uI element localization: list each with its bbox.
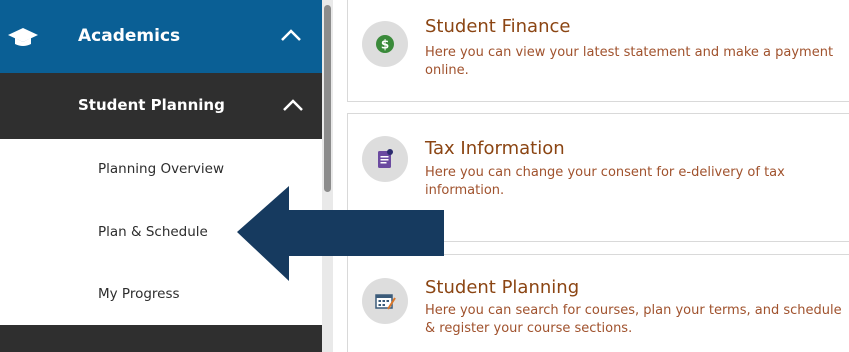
- card-title[interactable]: Tax Information: [425, 138, 565, 159]
- tax-information-card[interactable]: Tax Information Here you can change your…: [347, 113, 849, 242]
- sidebar-nav: Academics Student Planning Planning Over…: [0, 0, 333, 352]
- dollar-icon: $: [362, 21, 408, 67]
- sidebar-item-label: Planning Overview: [98, 161, 225, 177]
- card-title[interactable]: Student Finance: [425, 16, 570, 37]
- sidebar-item-plan-and-schedule[interactable]: Plan & Schedule: [0, 203, 322, 263]
- sidebar-item-student-planning[interactable]: Student Planning: [0, 73, 333, 139]
- calendar-icon: [362, 278, 408, 324]
- student-planning-card[interactable]: Student Planning Here you can search for…: [347, 254, 849, 352]
- sidebar-item-label: Student Planning: [78, 96, 225, 114]
- tax-document-icon: [362, 136, 408, 182]
- graduation-cap-icon: [8, 28, 38, 46]
- sidebar-item-next[interactable]: [0, 325, 333, 352]
- card-title[interactable]: Student Planning: [425, 277, 579, 298]
- student-finance-card[interactable]: $ Student Finance Here you can view your…: [347, 0, 849, 102]
- sidebar-item-planning-overview[interactable]: Planning Overview: [0, 140, 322, 200]
- page: Academics Student Planning Planning Over…: [0, 0, 849, 352]
- sidebar-scrollbar[interactable]: [322, 0, 333, 352]
- svg-text:$: $: [381, 38, 389, 52]
- sidebar-item-label: Academics: [78, 26, 181, 46]
- chevron-up-icon[interactable]: [280, 28, 302, 42]
- card-description: Here you can change your consent for e-d…: [425, 165, 785, 198]
- sidebar-item-academics[interactable]: Academics: [0, 0, 333, 73]
- card-description: Here you can view your latest statement …: [425, 45, 834, 78]
- chevron-up-icon[interactable]: [282, 98, 304, 112]
- sidebar-item-label: Plan & Schedule: [98, 224, 208, 240]
- card-description: Here you can search for courses, plan yo…: [425, 303, 842, 336]
- scrollbar-thumb[interactable]: [324, 5, 331, 192]
- sidebar-item-label: My Progress: [98, 286, 180, 302]
- sidebar-item-my-progress[interactable]: My Progress: [0, 265, 322, 325]
